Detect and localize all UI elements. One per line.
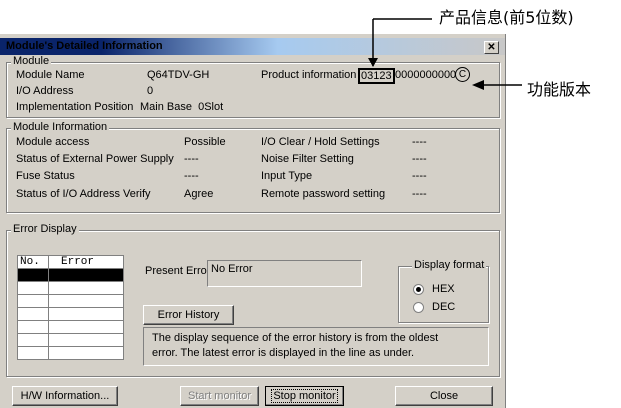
info-label-noise-filter: Noise Filter Setting: [261, 153, 354, 165]
info-value-remote-password: ----: [412, 188, 427, 200]
table-row[interactable]: [17, 346, 124, 360]
info-value-noise-filter: ----: [412, 153, 427, 165]
present-error-field[interactable]: No Error: [207, 260, 362, 287]
module-legend: Module: [11, 55, 52, 67]
function-version-annotation: 功能版本: [527, 80, 592, 99]
info-label-external-power: Status of External Power Supply: [16, 153, 174, 165]
info-value-io-verify: Agree: [184, 188, 214, 200]
impl-position-label: Implementation Position: [16, 101, 134, 113]
table-row[interactable]: [17, 333, 124, 347]
info-value-module-access: Possible: [184, 136, 226, 148]
info-value-io-clear-hold: ----: [412, 136, 427, 148]
table-row[interactable]: [17, 307, 124, 321]
column-header-no: No.: [17, 255, 49, 269]
error-history-label: Error History: [157, 309, 220, 321]
info-value-external-power: ----: [184, 153, 199, 165]
table-row[interactable]: [17, 294, 124, 308]
product-info-label: Product information: [261, 69, 357, 81]
table-row[interactable]: [17, 281, 124, 295]
module-information-legend: Module Information: [11, 121, 110, 133]
info-label-io-verify: Status of I/O Address Verify: [16, 188, 151, 200]
module-name-value: Q64TDV-GH: [147, 69, 210, 81]
info-label-module-access: Module access: [16, 136, 90, 148]
info-label-remote-password: Remote password setting: [261, 188, 386, 200]
product-info-annotation: 产品信息(前5位数): [439, 8, 574, 27]
start-monitor-label: Start monitor: [188, 390, 251, 402]
column-header-error: Error: [48, 255, 124, 269]
hex-radio[interactable]: [413, 284, 424, 295]
io-address-label: I/O Address: [16, 85, 74, 97]
stop-monitor-label: Stop monitor: [271, 389, 338, 403]
present-error-label: Present Error: [145, 265, 211, 277]
hw-information-button[interactable]: H/W Information...: [12, 386, 118, 406]
error-history-note: The display sequence of the error histor…: [143, 327, 489, 366]
close-button[interactable]: Close: [395, 386, 493, 406]
info-label-io-clear-hold: I/O Clear / Hold Settings: [261, 136, 380, 148]
close-label: Close: [429, 390, 459, 402]
io-address-value: 0: [147, 85, 154, 97]
module-name-label: Module Name: [16, 69, 85, 81]
error-table-header: No. Error: [17, 255, 124, 269]
error-history-button[interactable]: Error History: [143, 305, 234, 325]
product-info-prefix: 03123: [358, 68, 395, 84]
info-label-fuse-status: Fuse Status: [16, 170, 75, 182]
function-version-badge: C: [455, 67, 470, 82]
table-row[interactable]: [17, 268, 124, 282]
info-value-input-type: ----: [412, 170, 427, 182]
note-line-2: error. The latest error is displayed in …: [152, 347, 415, 359]
close-icon[interactable]: ✕: [484, 41, 499, 54]
display-format-legend: Display format: [412, 259, 487, 271]
dec-label[interactable]: DEC: [432, 301, 455, 313]
present-error-value: No Error: [211, 263, 253, 275]
hex-label[interactable]: HEX: [432, 283, 455, 295]
window-title: Module's Detailed Information: [6, 40, 163, 52]
impl-position-value: Main Base 0Slot: [140, 101, 224, 113]
title-bar: Module's Detailed Information: [0, 38, 505, 55]
info-value-fuse-status: ----: [184, 170, 199, 182]
error-display-legend: Error Display: [11, 223, 79, 235]
hw-information-label: H/W Information...: [20, 390, 110, 402]
start-monitor-button[interactable]: Start monitor: [180, 386, 259, 406]
info-label-input-type: Input Type: [261, 170, 313, 182]
note-line-1: The display sequence of the error histor…: [152, 332, 439, 344]
table-row[interactable]: [17, 320, 124, 334]
error-table[interactable]: No. Error: [17, 255, 124, 360]
stop-monitor-button[interactable]: Stop monitor: [265, 386, 344, 406]
product-info-rest: 0000000000: [395, 69, 457, 81]
dec-radio[interactable]: [413, 302, 424, 313]
